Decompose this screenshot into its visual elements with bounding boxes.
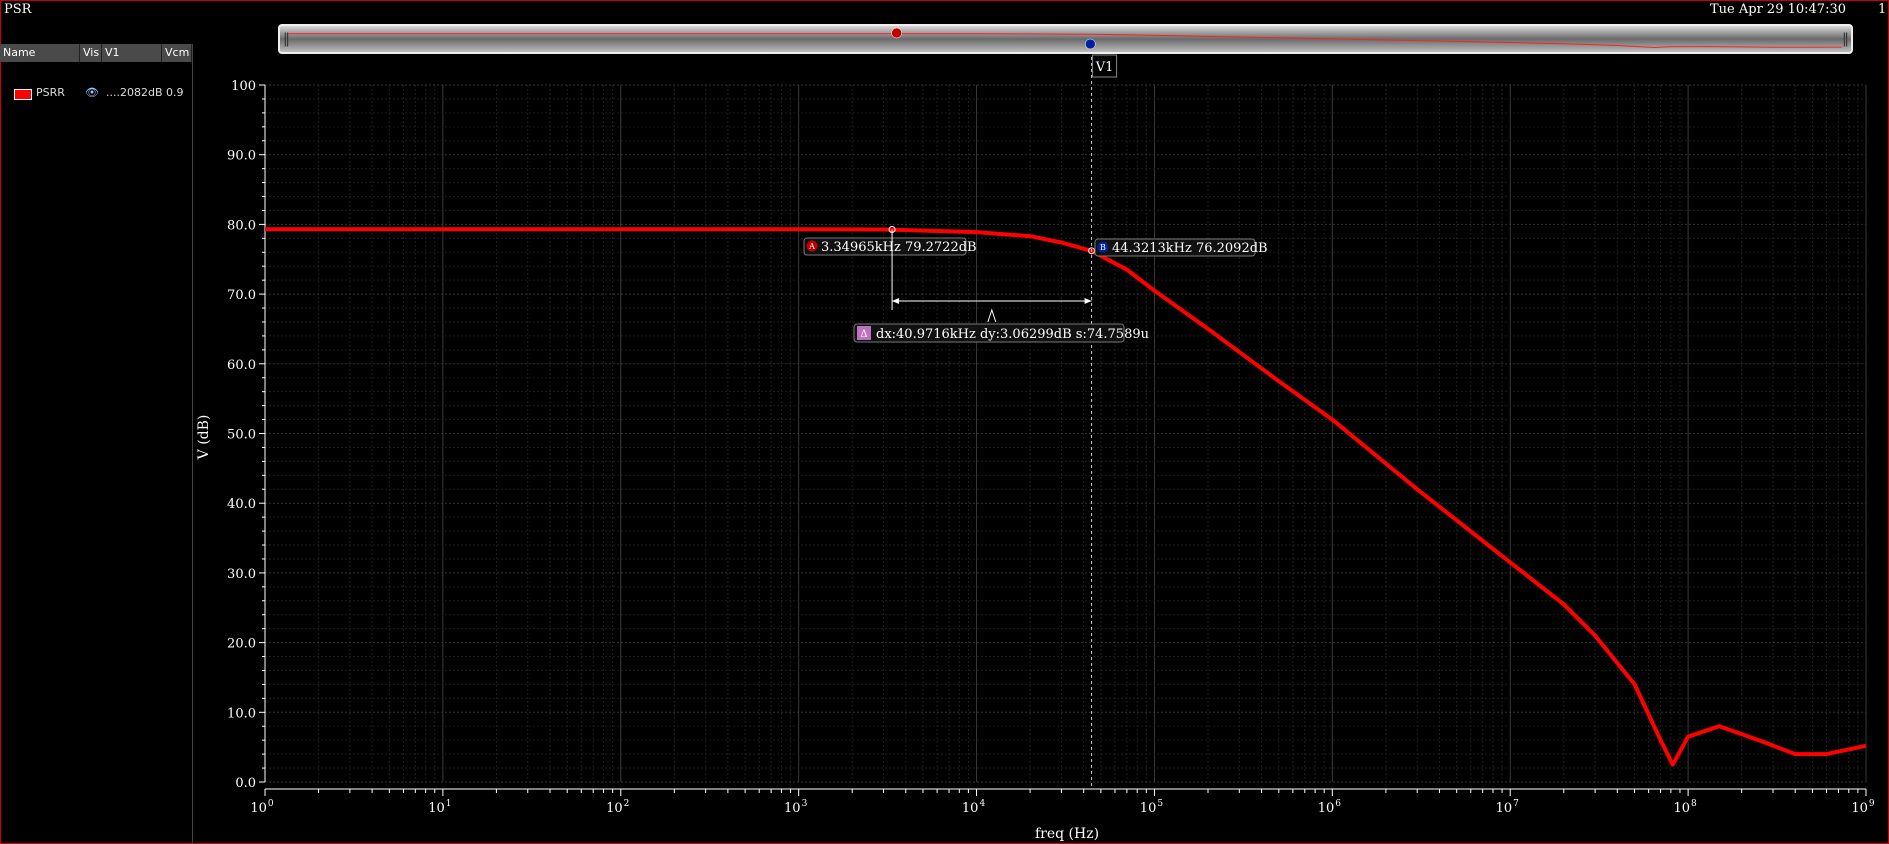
datetime-label: Tue Apr 29 10:47:30 [1710, 2, 1846, 17]
eye-icon[interactable]: 👁 [85, 86, 99, 99]
overview-right-handle[interactable]: ‖ [1842, 30, 1849, 48]
legend-trace-name[interactable]: PSRR [36, 86, 65, 99]
legend-header-vis[interactable]: Vis [80, 44, 102, 62]
legend-header-vcm[interactable]: Vcm [162, 44, 192, 62]
trace-color-swatch [14, 89, 32, 100]
window-title: PSR [4, 2, 32, 17]
legend-header-v1[interactable]: V1 [102, 44, 162, 62]
legend-panel: Name Vis V1 Vcm PSRR 👁 ....2082dB 0.9 [0, 44, 193, 844]
legend-trace-vcm: 0.9 [166, 86, 184, 99]
legend-trace-v1: ....2082dB [106, 86, 163, 99]
page-number: 1 [1878, 2, 1887, 17]
window-frame [0, 0, 1889, 844]
legend-header-name[interactable]: Name [0, 44, 80, 62]
overview-left-handle[interactable]: ‖ [283, 30, 290, 48]
zoom-overview-bar[interactable]: ‖ ‖ [278, 24, 1853, 54]
